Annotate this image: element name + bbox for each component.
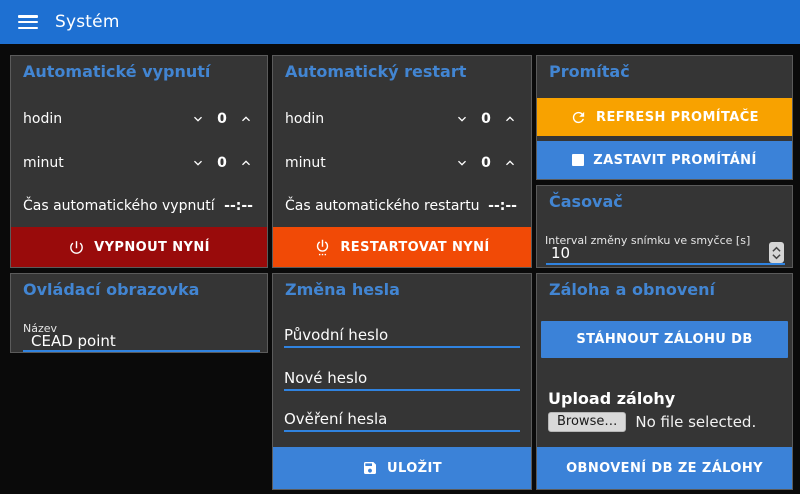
stop-icon xyxy=(572,154,584,166)
browse-button[interactable]: Browse… xyxy=(548,412,626,432)
name-underline xyxy=(23,350,260,352)
file-status: No file selected. xyxy=(635,413,756,431)
save-icon xyxy=(362,460,378,476)
panel-title-password: Změna hesla xyxy=(285,280,400,299)
chevron-down-icon[interactable] xyxy=(454,111,470,127)
save-password-button[interactable]: ULOŽIT xyxy=(273,447,531,489)
minutes-value: 0 xyxy=(481,155,491,171)
restore-backup-label: OBNOVENÍ DB ZE ZÁLOHY xyxy=(566,461,763,476)
hours-label: hodin xyxy=(23,111,62,127)
download-backup-label: STÁHNOUT ZÁLOHU DB xyxy=(576,332,752,347)
shutdown-now-label: VYPNOUT NYNÍ xyxy=(94,240,210,255)
minutes-value: 0 xyxy=(217,155,227,171)
screen: Systém Automatické vypnutí hodin 0 minut xyxy=(0,0,800,494)
shutdown-time-value: --:-- xyxy=(224,198,253,214)
chevron-up-icon[interactable] xyxy=(502,155,518,171)
panel-projector: Promítač REFRESH PROMÍTAČE ZASTAVIT PROM… xyxy=(536,55,793,180)
upload-backup-label: Upload zálohy xyxy=(548,389,675,408)
stop-projection-label: ZASTAVIT PROMÍTÁNÍ xyxy=(593,153,756,168)
new-password-field[interactable]: Nové heslo xyxy=(284,369,520,391)
panel-auto-shutdown: Automatické vypnutí hodin 0 minut 0 xyxy=(10,55,268,268)
refresh-icon xyxy=(570,109,587,126)
chevron-up-icon[interactable] xyxy=(502,111,518,127)
panel-title-auto-restart: Automatický restart xyxy=(285,62,466,81)
stepper-down-icon xyxy=(772,253,781,260)
verify-password-label: Ověření hesla xyxy=(284,410,387,428)
name-input[interactable] xyxy=(31,332,251,350)
download-backup-button[interactable]: STÁHNOUT ZÁLOHU DB xyxy=(541,321,788,358)
shutdown-minutes-row: minut 0 xyxy=(11,149,267,177)
restart-time-label: Čas automatického restartu xyxy=(285,198,480,214)
restart-time-row: Čas automatického restartu --:-- xyxy=(273,192,531,220)
panel-timer: Časovač Interval změny snímku ve smyčce … xyxy=(536,185,793,268)
panel-title-auto-shutdown: Automatické vypnutí xyxy=(23,62,210,81)
stepper-up-icon xyxy=(772,246,781,253)
minutes-label: minut xyxy=(23,155,64,171)
minutes-label: minut xyxy=(285,155,326,171)
panel-title-backup: Záloha a obnovení xyxy=(549,280,715,299)
panel-title-timer: Časovač xyxy=(549,192,623,211)
restart-minutes-row: minut 0 xyxy=(273,149,531,177)
hours-value: 0 xyxy=(481,111,491,127)
interval-underline xyxy=(546,263,785,265)
settings-power-icon xyxy=(314,238,331,257)
stop-projection-button[interactable]: ZASTAVIT PROMÍTÁNÍ xyxy=(537,141,792,179)
restart-hours-row: hodin 0 xyxy=(273,105,531,133)
shutdown-hours-row: hodin 0 xyxy=(11,105,267,133)
menu-icon[interactable] xyxy=(18,15,38,29)
chevron-up-icon[interactable] xyxy=(238,155,254,171)
number-stepper[interactable] xyxy=(769,242,784,263)
panel-title-control-screen: Ovládací obrazovka xyxy=(23,280,199,299)
refresh-projector-label: REFRESH PROMÍTAČE xyxy=(596,110,759,125)
hours-label: hodin xyxy=(285,111,324,127)
restart-now-label: RESTARTOVAT NYNÍ xyxy=(340,240,489,255)
shutdown-time-label: Čas automatického vypnutí xyxy=(23,198,215,214)
chevron-down-icon[interactable] xyxy=(454,155,470,171)
panel-password: Změna hesla Původní heslo Nové heslo Ově… xyxy=(272,273,532,490)
old-password-field[interactable]: Původní heslo xyxy=(284,326,520,348)
power-icon xyxy=(68,239,85,256)
restart-now-button[interactable]: RESTARTOVAT NYNÍ xyxy=(273,227,531,267)
new-password-label: Nové heslo xyxy=(284,369,367,387)
chevron-down-icon[interactable] xyxy=(190,111,206,127)
panel-title-projector: Promítač xyxy=(549,62,630,81)
shutdown-now-button[interactable]: VYPNOUT NYNÍ xyxy=(11,227,267,267)
refresh-projector-button[interactable]: REFRESH PROMÍTAČE xyxy=(537,98,792,136)
interval-input[interactable] xyxy=(551,244,691,262)
save-password-label: ULOŽIT xyxy=(387,461,442,476)
app-title: Systém xyxy=(55,12,120,32)
panel-auto-restart: Automatický restart hodin 0 minut 0 xyxy=(272,55,532,268)
chevron-down-icon[interactable] xyxy=(190,155,206,171)
verify-password-field[interactable]: Ověření hesla xyxy=(284,410,520,432)
panel-backup: Záloha a obnovení STÁHNOUT ZÁLOHU DB Upl… xyxy=(536,273,793,490)
restart-time-value: --:-- xyxy=(488,198,517,214)
panel-control-screen: Ovládací obrazovka Název xyxy=(10,273,268,353)
app-bar: Systém xyxy=(0,0,800,44)
shutdown-time-row: Čas automatického vypnutí --:-- xyxy=(11,192,267,220)
hours-value: 0 xyxy=(217,111,227,127)
restore-backup-button[interactable]: OBNOVENÍ DB ZE ZÁLOHY xyxy=(537,447,792,489)
file-input-row: Browse… No file selected. xyxy=(548,412,756,432)
old-password-label: Původní heslo xyxy=(284,326,388,344)
chevron-up-icon[interactable] xyxy=(238,111,254,127)
